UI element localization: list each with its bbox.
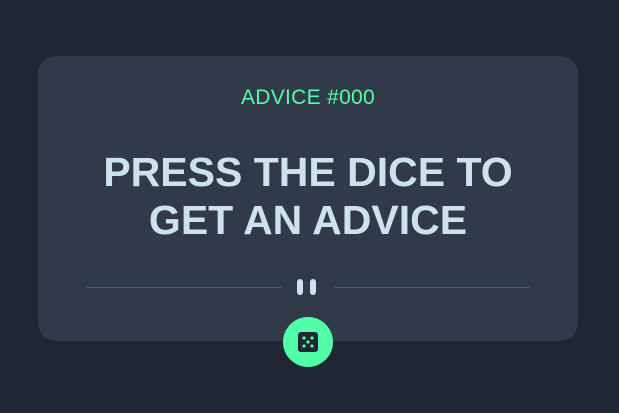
divider-line-left	[86, 287, 282, 288]
advice-id: ADVICE #000	[240, 86, 376, 109]
dice-icon	[298, 332, 318, 352]
dice-button[interactable]	[283, 317, 333, 367]
pause-icon	[297, 279, 319, 295]
pause-bar-right	[310, 279, 316, 295]
pause-bar-left	[297, 279, 303, 295]
divider-line-right	[334, 287, 530, 288]
advice-quote: PRESS THE DICE TO GET AN ADVICE	[103, 149, 513, 243]
advice-card: ADVICE #000 PRESS THE DICE TO GET AN ADV…	[38, 56, 578, 341]
